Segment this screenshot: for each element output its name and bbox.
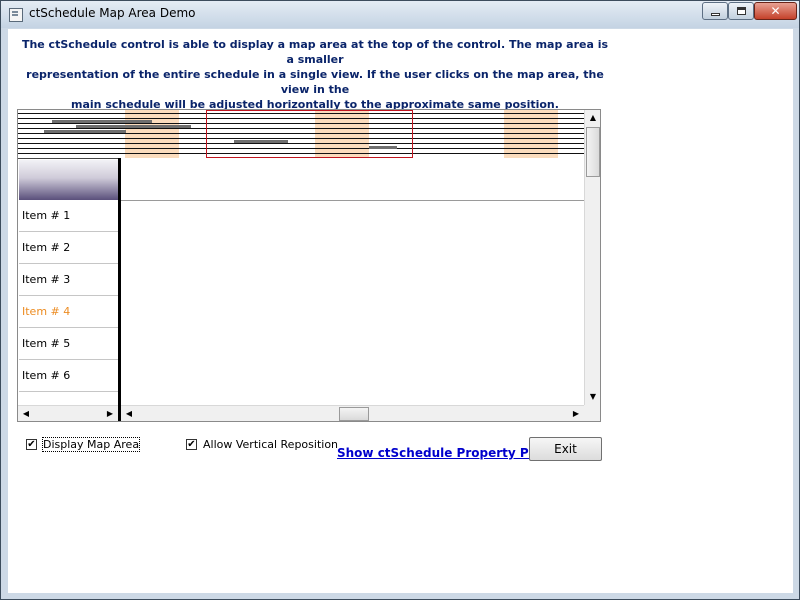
list-item[interactable]: Item # 1 bbox=[19, 200, 118, 232]
description-text: The ctSchedule control is able to displa… bbox=[20, 37, 610, 112]
map-appointment-bar bbox=[76, 125, 191, 128]
maximize-icon bbox=[737, 7, 746, 15]
scroll-right-icon[interactable]: ▶ bbox=[568, 406, 584, 421]
scroll-down-icon[interactable]: ▼ bbox=[585, 389, 600, 405]
vertical-scrollbar[interactable]: ▲ ▼ bbox=[584, 110, 600, 405]
window-title: ctSchedule Map Area Demo bbox=[29, 6, 196, 20]
map-appointment-bar bbox=[44, 130, 126, 133]
app-window: ctSchedule Map Area Demo ✕ The ctSchedul… bbox=[0, 0, 800, 600]
scroll-left-icon[interactable]: ◀ bbox=[18, 406, 34, 421]
title-bar[interactable]: ctSchedule Map Area Demo ✕ bbox=[1, 1, 799, 28]
vertical-scroll-thumb[interactable] bbox=[586, 127, 600, 177]
item-horizontal-scrollbar[interactable]: ◀ ▶ bbox=[18, 405, 118, 421]
map-view-rectangle[interactable] bbox=[206, 110, 413, 158]
list-item[interactable]: Item # 2 bbox=[19, 232, 118, 264]
exit-button[interactable]: Exit bbox=[529, 437, 602, 461]
maximize-button[interactable] bbox=[728, 2, 754, 20]
description-line-2: representation of the entire schedule in… bbox=[26, 68, 604, 96]
close-icon: ✕ bbox=[770, 4, 781, 18]
scroll-right-icon[interactable]: ▶ bbox=[102, 406, 118, 421]
map-appointment-bar bbox=[52, 120, 152, 123]
client-area: The ctSchedule control is able to displa… bbox=[8, 29, 793, 593]
allow-vertical-reposition-label[interactable]: Allow Vertical Reposition bbox=[203, 438, 338, 451]
allow-vertical-reposition-checkbox[interactable]: ✔ bbox=[186, 439, 197, 450]
timeline-horizontal-scrollbar[interactable]: ◀ ▶ bbox=[121, 405, 584, 421]
horizontal-scroll-thumb[interactable] bbox=[339, 407, 369, 421]
list-item[interactable]: Item # 5 bbox=[19, 328, 118, 360]
list-item[interactable]: Item # 3 bbox=[19, 264, 118, 296]
list-item[interactable]: Item # 4 bbox=[19, 296, 118, 328]
map-area[interactable] bbox=[18, 110, 584, 158]
scroll-up-icon[interactable]: ▲ bbox=[585, 110, 600, 126]
scroll-left-icon[interactable]: ◀ bbox=[121, 406, 137, 421]
schedule-control: Item # 1 Item # 2 Item # 3 Item # 4 Item… bbox=[17, 109, 601, 422]
minimize-icon bbox=[711, 13, 720, 16]
description-line-1: The ctSchedule control is able to displa… bbox=[21, 38, 609, 66]
app-icon bbox=[9, 8, 23, 22]
display-map-area-label[interactable]: Display Map Area bbox=[41, 437, 141, 452]
item-column-header bbox=[19, 160, 118, 200]
property-pages-link[interactable]: Show ctSchedule Property Pages bbox=[337, 446, 560, 460]
timeline-header bbox=[121, 158, 584, 201]
display-map-area-checkbox[interactable]: ✔ bbox=[26, 439, 37, 450]
close-button[interactable]: ✕ bbox=[754, 2, 797, 20]
minimize-button[interactable] bbox=[702, 2, 728, 20]
list-item[interactable]: Item # 6 bbox=[19, 360, 118, 392]
scrollbar-corner bbox=[584, 405, 600, 421]
schedule-timeline[interactable] bbox=[121, 158, 584, 392]
item-list: Item # 1 Item # 2 Item # 3 Item # 4 Item… bbox=[19, 200, 118, 394]
